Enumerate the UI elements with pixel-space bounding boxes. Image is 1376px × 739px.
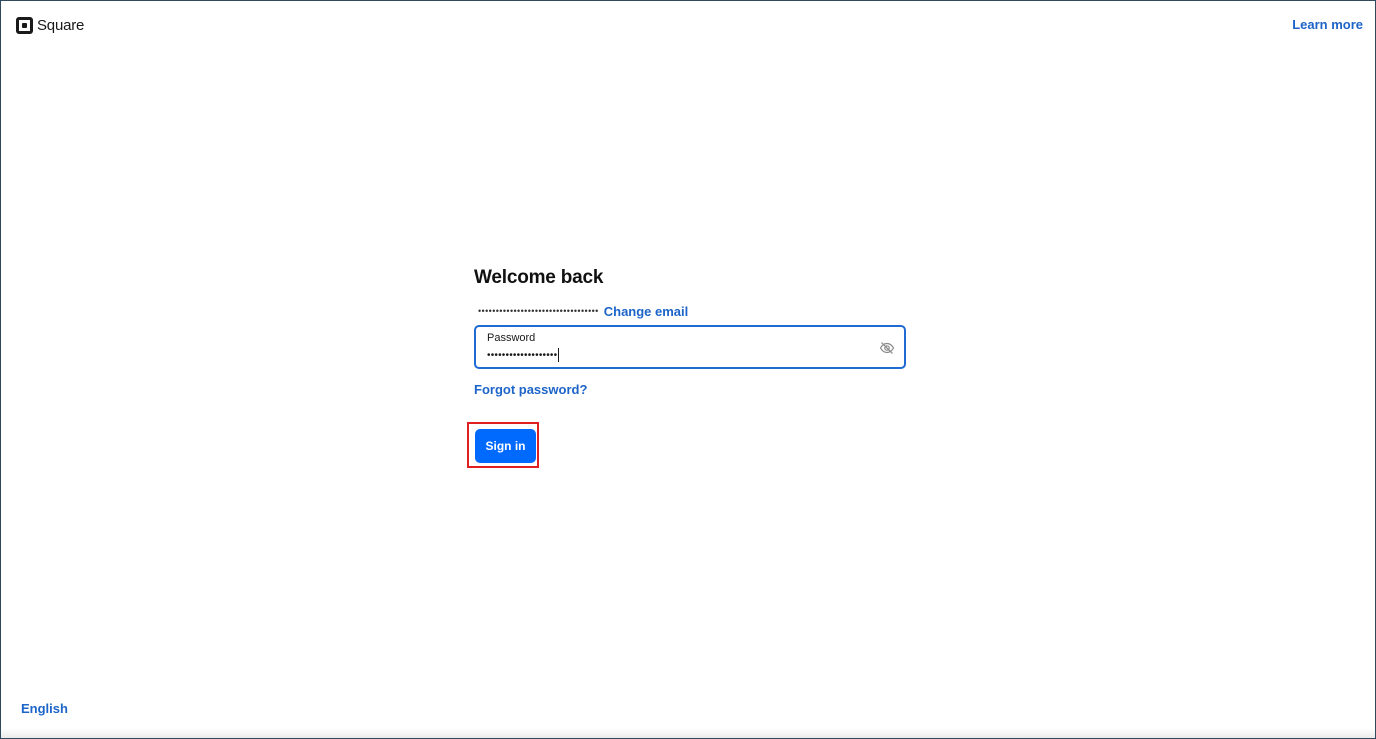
password-input[interactable]: ••••••••••••••••••• <box>487 348 560 362</box>
sign-in-button[interactable]: Sign in <box>475 429 536 463</box>
page-title: Welcome back <box>474 267 604 288</box>
password-label: Password <box>487 332 536 344</box>
page: Square Learn more Welcome back •••••••••… <box>0 0 1376 739</box>
eye-off-icon[interactable] <box>879 341 895 355</box>
square-logo-icon <box>16 17 33 34</box>
learn-more-link[interactable]: Learn more <box>1292 17 1363 32</box>
sign-in-form: Welcome back •••••••••••••••••••••••••••… <box>467 265 906 468</box>
language-selector[interactable]: English <box>21 701 68 716</box>
email-row: •••••••••••••••••••••••••••••••••• Chang… <box>474 302 906 320</box>
password-field[interactable]: Password ••••••••••••••••••• <box>474 325 906 369</box>
password-value: ••••••••••••••••••• <box>487 349 558 361</box>
forgot-password-link[interactable]: Forgot password? <box>474 382 587 397</box>
masked-email: •••••••••••••••••••••••••••••••••• <box>478 306 599 316</box>
bottom-fade <box>1 728 1375 738</box>
change-email-link[interactable]: Change email <box>604 304 689 319</box>
square-logo[interactable]: Square <box>16 17 84 34</box>
text-caret <box>558 348 560 362</box>
brand-name: Square <box>37 17 85 34</box>
